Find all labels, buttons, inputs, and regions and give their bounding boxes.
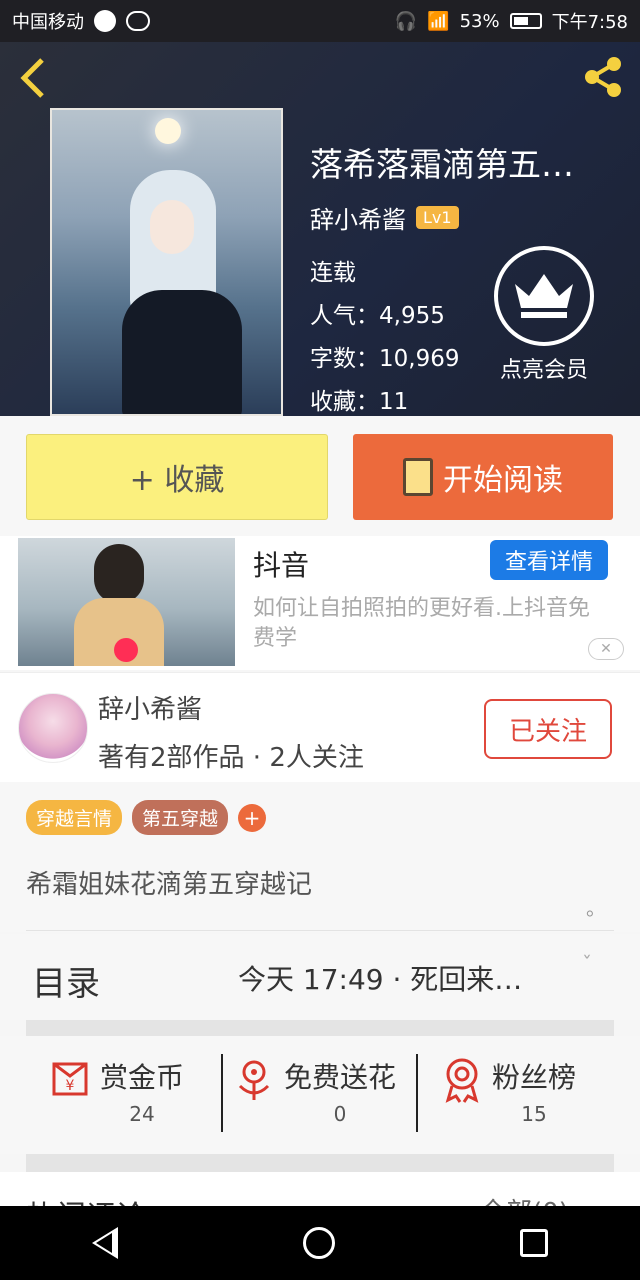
comments-header[interactable]: 热门评论 全部(0) [0, 1172, 640, 1206]
start-reading-label: 开始阅读 [443, 463, 563, 498]
vip-label: 点亮会员 [499, 358, 588, 383]
author-card[interactable]: 辞小希酱 著有2部作品 · 2人关注 已关注 [0, 672, 640, 782]
level-badge: Lv1 [416, 206, 459, 229]
ad-banner[interactable]: 抖音 查看详情 如何让自拍照拍的更好看.上抖音免费学 ✕ [0, 536, 640, 670]
red-envelope-icon: ¥ [52, 1062, 88, 1096]
book-intro: 希霜姐妹花滴第五穿越记 [26, 870, 313, 900]
vip-button[interactable]: 点亮会员 [492, 246, 596, 384]
wechat-icon [126, 11, 150, 31]
divider [221, 1054, 223, 1132]
ad-details-button[interactable]: 查看详情 [490, 540, 608, 580]
chevron-down-icon: ˇ [582, 952, 592, 976]
comments-all-link[interactable]: 全部(0) [480, 1192, 569, 1206]
ad-image [18, 538, 235, 666]
rewards-bar: ¥ 赏金币 24 免费送花 0 粉丝榜 15 [0, 1036, 640, 1154]
author-stats: 著有2部作品 · 2人关注 [98, 743, 364, 773]
toc-label: 目录 [32, 964, 100, 1004]
book-icon [403, 458, 433, 496]
status-bar: 中国移动 🎧 📶 53% 下午7:58 [0, 0, 640, 42]
serial-state: 连载 [310, 260, 356, 286]
battery-icon [509, 13, 542, 29]
author-name-link[interactable]: 辞小希酱 [310, 200, 406, 235]
tags-section: 穿越言情 第五穿越 + 希霜姐妹花滴第五穿越记 。 [0, 782, 640, 932]
tag-chip[interactable]: 第五穿越 [132, 800, 229, 835]
browser-icon [94, 10, 116, 32]
send-flower-button[interactable]: 免费送花 0 [232, 1056, 396, 1126]
back-button[interactable] [18, 56, 46, 107]
share-button[interactable] [580, 54, 626, 100]
section-divider [26, 1154, 614, 1172]
book-header: 落希落霜滴第五… 辞小希酱 Lv1 连载 人气：4,955 字数：10,969 … [0, 42, 640, 416]
reward-value: 24 [129, 1102, 155, 1126]
book-cover[interactable] [50, 108, 283, 416]
headphone-icon: 🎧 [394, 10, 418, 32]
close-ad-button[interactable]: ✕ [588, 638, 624, 660]
latest-chapter: 今天 17:49 · 死回来… [238, 963, 523, 996]
nav-back-button[interactable] [92, 1227, 119, 1259]
reward-label: 粉丝榜 [492, 1061, 577, 1094]
avatar[interactable] [18, 693, 88, 763]
favorite-count: 收藏：11 [310, 389, 409, 415]
author-card-name: 辞小希酱 [98, 695, 203, 725]
word-count: 字数：10,969 [310, 346, 460, 372]
medal-icon [445, 1058, 479, 1103]
intro-end: 。 [586, 896, 606, 920]
nav-home-button[interactable] [302, 1227, 335, 1259]
tag-list: 穿越言情 第五穿越 + [26, 800, 267, 835]
cover-figure-face [150, 200, 194, 254]
popularity: 人气：4,955 [310, 303, 445, 329]
fan-ranking-button[interactable]: 粉丝榜 15 [440, 1056, 576, 1126]
carrier-label: 中国移动 [12, 12, 84, 33]
share-icon [585, 57, 621, 97]
tag-chip[interactable]: 穿越言情 [26, 800, 123, 835]
reward-coins-button[interactable]: ¥ 赏金币 24 [48, 1056, 184, 1126]
author-line: 辞小希酱 Lv1 [310, 200, 459, 235]
cover-sun [155, 118, 181, 144]
add-tag-button[interactable]: + [238, 803, 267, 832]
chevron-left-icon [20, 58, 44, 98]
comments-title: 热门评论 [26, 1192, 146, 1206]
ad-description: 如何让自拍照拍的更好看.上抖音免费学 [253, 596, 590, 651]
battery-percent: 53% [459, 10, 500, 32]
cover-figure-dress [122, 290, 242, 414]
book-meta: 连载 人气：4,955 字数：10,969 收藏：11 [310, 252, 459, 416]
divider [26, 930, 614, 931]
book-title: 落希落霜滴第五… [310, 145, 574, 184]
reward-value: 0 [333, 1102, 347, 1126]
flower-icon [238, 1060, 270, 1100]
add-favorite-button[interactable]: + 收藏 [26, 434, 328, 520]
divider [416, 1054, 418, 1132]
system-nav-bar [0, 1206, 640, 1280]
reward-label: 赏金币 [100, 1061, 185, 1094]
ad-image-head [94, 544, 144, 604]
start-reading-button[interactable]: 开始阅读 [353, 434, 613, 520]
clock: 下午7:58 [551, 12, 628, 33]
reward-value: 15 [521, 1102, 547, 1126]
action-bar: + 收藏 开始阅读 [0, 416, 640, 536]
nav-recent-apps-button[interactable] [519, 1229, 548, 1257]
wifi-icon: 📶 [427, 10, 450, 32]
svg-text:¥: ¥ [66, 1078, 75, 1094]
ad-title: 抖音 [253, 549, 310, 582]
record-icon [114, 638, 138, 662]
reward-label: 免费送花 [284, 1061, 397, 1094]
crown-icon [494, 246, 594, 346]
follow-button[interactable]: 已关注 [484, 699, 612, 759]
close-icon: ✕ [600, 641, 612, 657]
table-of-contents-row[interactable]: 目录 今天 17:49 · 死回来… ˇ [0, 934, 640, 1020]
